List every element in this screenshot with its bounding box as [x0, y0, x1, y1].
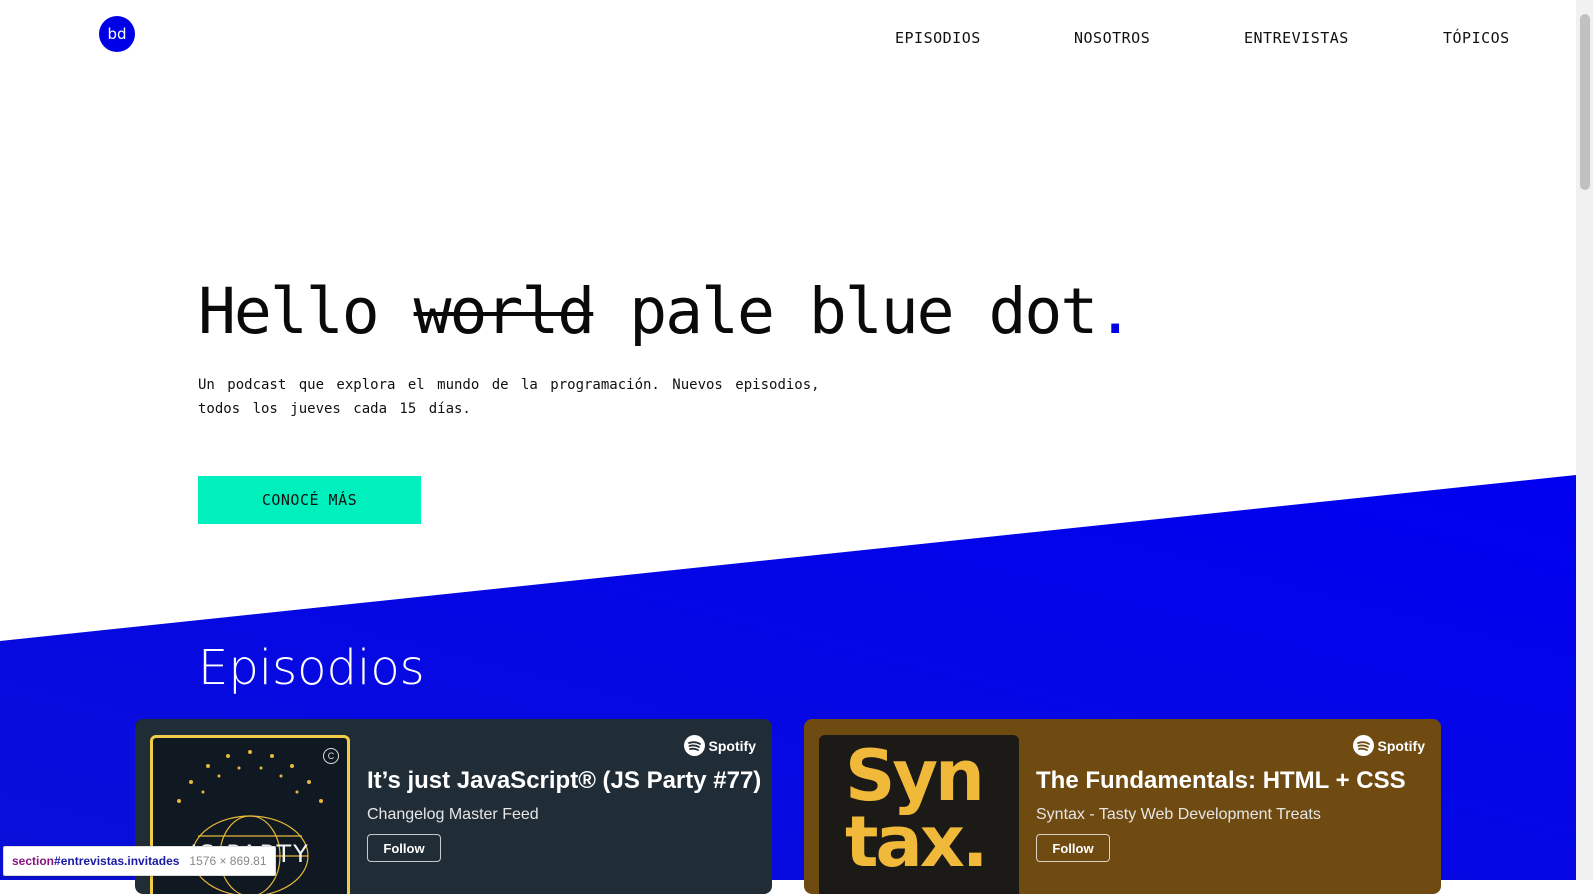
episodios-heading: Episodios: [198, 640, 425, 696]
nav-entrevistas[interactable]: ENTREVISTAS: [1244, 29, 1349, 47]
follow-button[interactable]: Follow: [1036, 834, 1110, 862]
devtools-element-tooltip: section#entrevistas.invitades 1576 × 869…: [3, 846, 276, 876]
nav-topicos[interactable]: TÓPICOS: [1443, 29, 1510, 47]
spotify-icon: [683, 735, 705, 756]
podcast-cover: Syn tax.: [819, 735, 1019, 894]
scrollbar[interactable]: [1576, 0, 1593, 880]
struck-word: world: [413, 275, 596, 348]
hero-subtitle: Un podcast que explora el mundo de la pr…: [198, 377, 820, 417]
logo[interactable]: bd: [99, 16, 135, 52]
spotify-logo[interactable]: Spotify: [1352, 735, 1425, 756]
episode-title[interactable]: The Fundamentals: HTML + CSS: [1036, 767, 1406, 795]
element-size: 1576 × 869.81: [189, 854, 267, 868]
nav-episodios[interactable]: EPISODIOS: [895, 29, 981, 47]
episode-title[interactable]: It’s just JavaScript® (JS Party #77): [367, 767, 761, 795]
hero-title: Hello world pale blue dot.: [198, 275, 1134, 348]
accent-dot: .: [1096, 275, 1134, 348]
spotify-icon: [1352, 735, 1374, 756]
changelog-badge: C: [323, 748, 339, 764]
follow-button[interactable]: Follow: [367, 834, 441, 862]
cover-title: Syn tax.: [845, 735, 988, 883]
show-name[interactable]: Syntax - Tasty Web Development Treats: [1036, 806, 1321, 824]
spotify-logo[interactable]: Spotify: [683, 735, 756, 756]
show-name[interactable]: Changelog Master Feed: [367, 806, 539, 824]
conoce-mas-button[interactable]: CONOCÉ MÁS: [198, 476, 421, 524]
episode-card[interactable]: Syn tax. Spotify The Fundamentals: HTML …: [804, 719, 1441, 894]
scrollbar-thumb[interactable]: [1580, 14, 1590, 190]
nav-nosotros[interactable]: NOSOTROS: [1074, 29, 1150, 47]
